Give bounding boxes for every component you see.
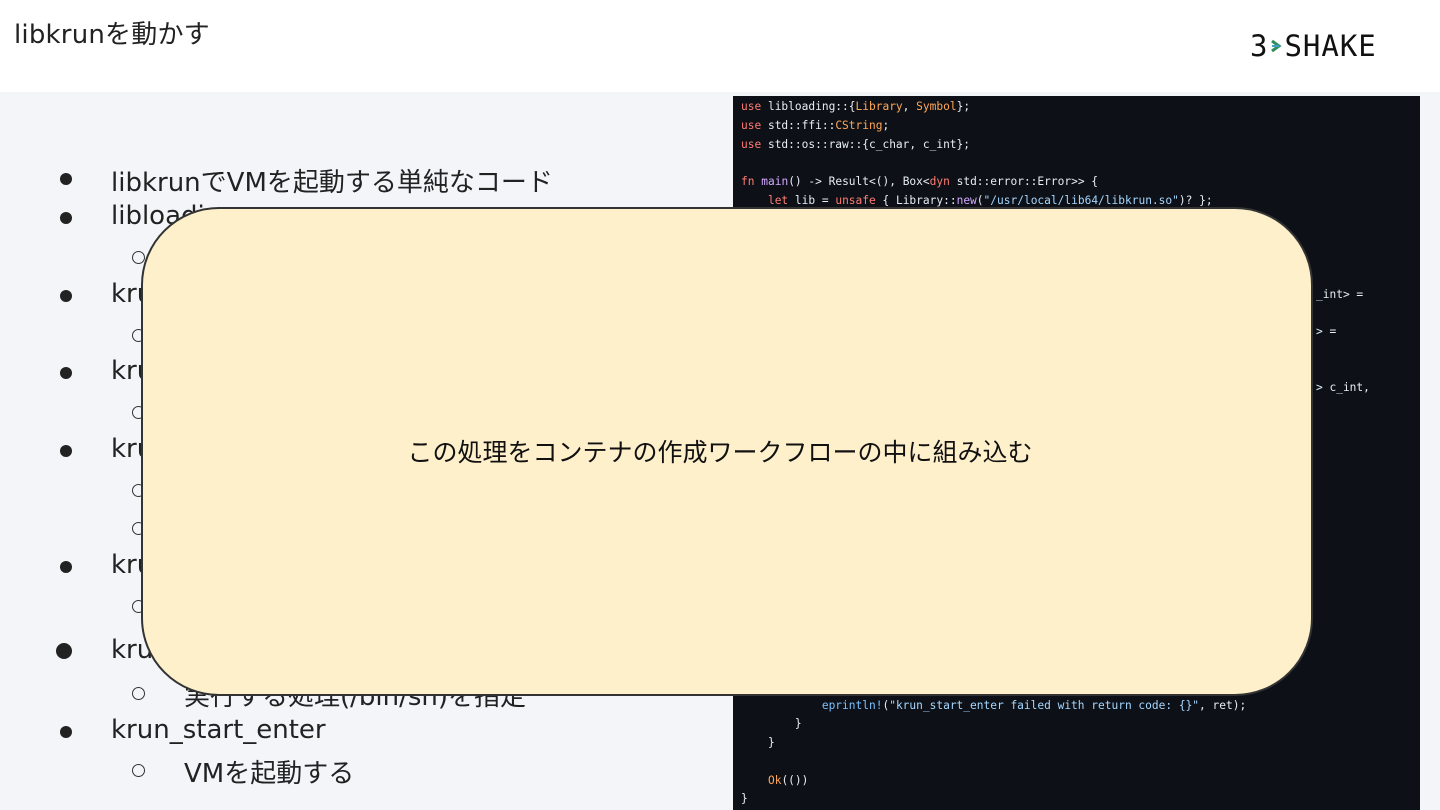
code-line: eprintln!("krun_start_enter failed with … bbox=[821, 699, 1247, 712]
bullet-dot-icon bbox=[56, 643, 72, 659]
bullet-dot-icon bbox=[60, 445, 72, 457]
sub-bullet-text: VMを起動する bbox=[184, 759, 355, 789]
code-line: } bbox=[741, 792, 748, 805]
code-line: } bbox=[741, 717, 802, 730]
logo-text-right: SHAKE bbox=[1284, 29, 1377, 63]
callout-box: この処理をコンテナの作成ワークフローの中に組み込む bbox=[141, 207, 1313, 696]
code-line: use std::ffi::CString; bbox=[741, 119, 890, 132]
logo-chevron-icon bbox=[1269, 38, 1283, 54]
code-line: use libloading::{Library, Symbol}; bbox=[741, 100, 971, 113]
code-line: > c_int, bbox=[1316, 381, 1370, 394]
code-line: Ok(()) bbox=[767, 774, 809, 787]
company-logo: 3 SHAKE bbox=[1250, 29, 1377, 63]
callout-text: この処理をコンテナの作成ワークフローの中に組み込む bbox=[407, 437, 1033, 467]
bullet-dot-icon bbox=[60, 212, 72, 224]
bullet-dot-icon bbox=[60, 561, 72, 573]
bullet-dot-icon bbox=[60, 367, 72, 379]
code-line: } bbox=[741, 736, 775, 749]
slide-title: libkrunを動かす bbox=[14, 20, 210, 50]
bullet-text: krun_start_enter bbox=[111, 715, 326, 745]
bullet-dot-icon bbox=[60, 173, 72, 185]
code-line: fn main() -> Result<(), Box<dyn std::err… bbox=[741, 175, 1099, 188]
sub-bullet-ring-icon bbox=[132, 687, 145, 700]
bullet-text: libkrunでVMを起動する単純なコード bbox=[111, 168, 553, 198]
code-line: use std::os::raw::{c_char, c_int}; bbox=[741, 138, 971, 151]
sub-bullet-ring-icon bbox=[132, 764, 145, 777]
logo-text-left: 3 bbox=[1250, 29, 1269, 63]
code-line: > = bbox=[1316, 325, 1337, 338]
sub-bullet-ring-icon bbox=[132, 251, 145, 264]
code-line: _int> = bbox=[1316, 288, 1364, 301]
code-line: let lib = unsafe { Library::new("/usr/lo… bbox=[767, 194, 1213, 207]
bullet-dot-icon bbox=[60, 290, 72, 302]
bullet-dot-icon bbox=[60, 726, 72, 738]
